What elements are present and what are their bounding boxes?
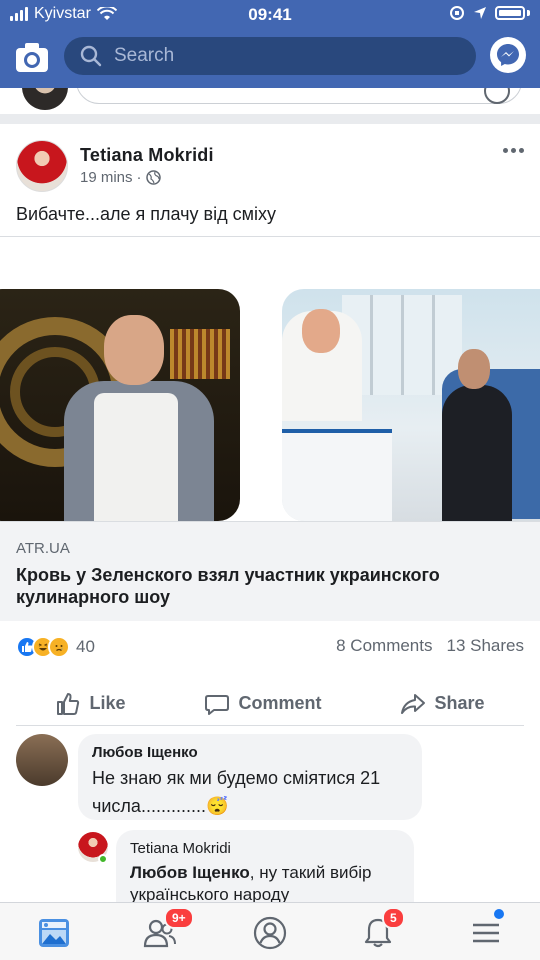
post-meta: 19 mins ·	[80, 169, 161, 186]
share-icon	[401, 693, 426, 714]
bottom-tab-bar: 9+ 5	[0, 902, 540, 960]
author-avatar[interactable]	[16, 140, 68, 192]
link-info: ATR.UA Кровь у Зеленского взял участник …	[0, 521, 540, 621]
profile-icon	[253, 916, 287, 950]
commenter-name[interactable]: Любов Іщенко	[92, 744, 198, 761]
menu-notification-dot	[494, 909, 504, 919]
globe-icon	[145, 170, 161, 185]
link-domain: ATR.UA	[16, 540, 70, 557]
messenger-icon	[497, 44, 519, 66]
chef-photo	[0, 289, 240, 521]
link-images	[0, 289, 540, 521]
feed-post: Tetiana Mokridi 19 mins · Вибачте...але …	[0, 124, 540, 960]
battery-icon	[495, 6, 525, 20]
author-name[interactable]: Tetiana Mokridi	[80, 145, 214, 166]
top-bar: Kyivstar 09:41 Search	[0, 0, 540, 88]
camera-icon[interactable]	[14, 40, 50, 74]
meta-separator: ·	[136, 169, 142, 186]
post-time[interactable]: 19 mins	[80, 169, 133, 186]
comment-icon	[205, 694, 230, 715]
news-feed-icon	[39, 919, 69, 947]
tab-news-feed[interactable]	[34, 913, 74, 953]
search-placeholder: Search	[114, 45, 175, 66]
status-bar: Kyivstar 09:41	[0, 0, 540, 30]
comment-text: Не знаю як ми будемо сміятися 21 числа..…	[92, 768, 381, 816]
menu-icon	[473, 923, 499, 943]
composer-input[interactable]	[76, 88, 522, 104]
post-text: Вибачте...але я плачу від сміху	[16, 204, 276, 224]
location-icon	[474, 7, 486, 19]
online-indicator	[98, 854, 108, 864]
composer-peek	[0, 88, 540, 114]
tab-notifications[interactable]: 5	[358, 907, 405, 953]
thumbs-up-icon	[57, 692, 80, 715]
notifications-badge: 5	[382, 907, 405, 929]
engagement-counts: 8 Comments 13 Shares	[336, 636, 524, 656]
comment-bubble: Любов Іщенко Не знаю як ми будемо сміяти…	[78, 734, 422, 820]
reply-text: Любов Іщенко, ну такий вибір українськог…	[130, 862, 410, 906]
tab-profile[interactable]	[250, 913, 290, 953]
avatar	[22, 88, 68, 110]
reply-mention[interactable]: Любов Іщенко	[130, 863, 250, 882]
commenter-avatar[interactable]	[16, 734, 68, 786]
comments-count[interactable]: 8 Comments	[336, 636, 432, 656]
link-preview[interactable]: ATR.UA Кровь у Зеленского взял участник …	[0, 236, 540, 621]
search-icon	[80, 45, 102, 67]
comment-button[interactable]: Comment	[204, 691, 322, 717]
comment-label: Comment	[238, 693, 322, 713]
more-options-button[interactable]	[503, 148, 524, 153]
messenger-button[interactable]	[490, 37, 526, 73]
like-label: Like	[89, 693, 126, 713]
post-actions: Like Comment Share	[16, 682, 524, 726]
share-button[interactable]: Share	[400, 691, 485, 717]
reply-author-name[interactable]: Tetiana Mokridi	[130, 840, 231, 857]
like-button[interactable]: Like	[55, 691, 126, 717]
friends-badge: 9+	[164, 907, 194, 929]
reactions-summary[interactable]: 40	[16, 636, 95, 658]
tab-friend-requests[interactable]: 9+	[140, 907, 194, 953]
clinic-photo	[282, 289, 540, 521]
search-input[interactable]: Search	[64, 37, 476, 75]
shares-count[interactable]: 13 Shares	[447, 636, 525, 656]
rotation-lock-icon	[450, 6, 464, 20]
tab-menu[interactable]	[466, 909, 506, 953]
link-headline[interactable]: Кровь у Зеленского взял участник украинс…	[16, 564, 516, 608]
reactions-count: 40	[76, 637, 95, 656]
share-label: Share	[434, 693, 485, 713]
sad-reaction-icon	[48, 636, 70, 658]
